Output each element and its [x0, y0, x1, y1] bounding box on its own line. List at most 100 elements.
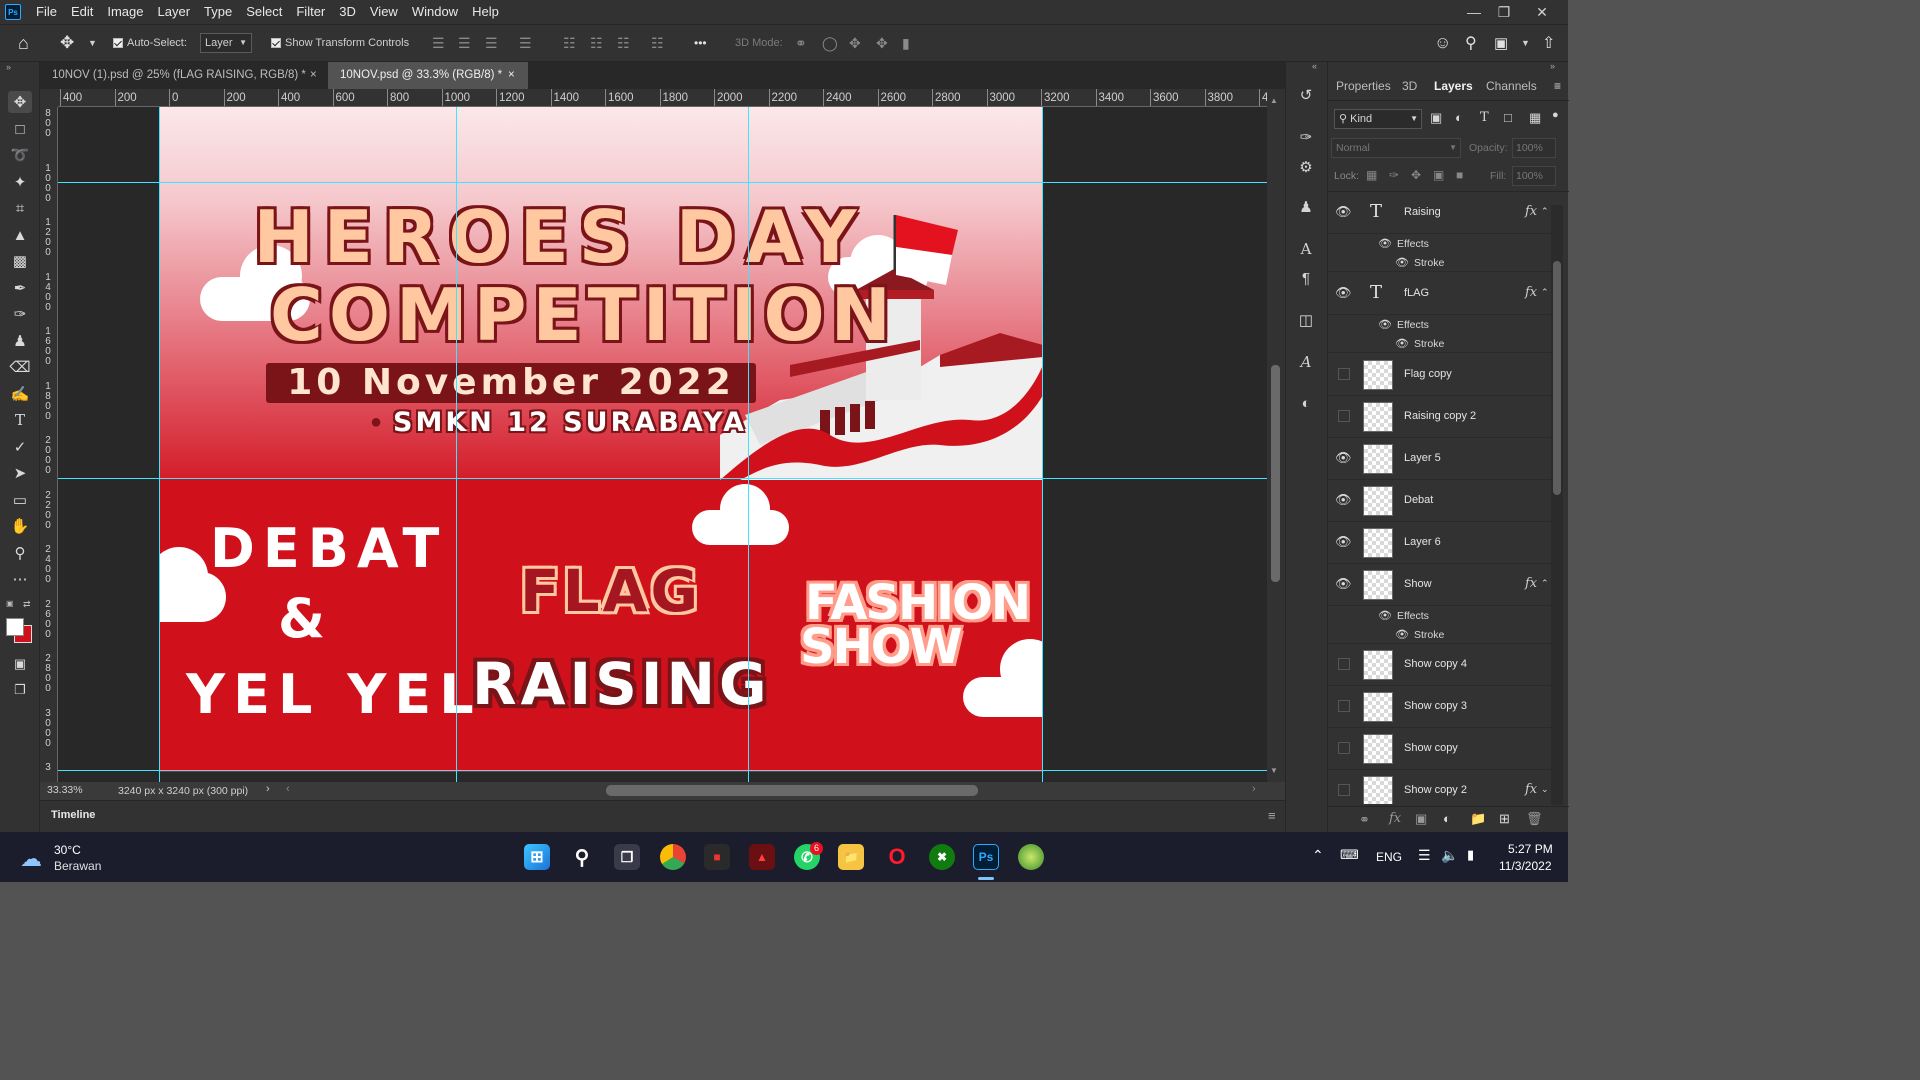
scrollbar-thumb[interactable] [1271, 365, 1280, 582]
stroke-eye-icon[interactable]: 👁 [1395, 256, 1409, 269]
tab-close-icon[interactable]: × [310, 62, 317, 89]
roll-3d-icon[interactable]: ◯ [822, 25, 838, 61]
collapse-panel-icon[interactable]: » [1550, 61, 1555, 71]
vertical-ruler[interactable]: 800 1000 1200 1400 1600 1800 2000 2200 2400 2600 2… [40, 107, 58, 782]
adjustments-icon[interactable]: ⚙ [1295, 156, 1317, 178]
smudge-tool[interactable]: ✍ [8, 383, 32, 405]
restore-icon[interactable]: ❐ [1486, 0, 1522, 24]
guide-horizontal[interactable] [58, 770, 1267, 771]
eyedropper-tool[interactable]: ✒ [8, 277, 32, 299]
zoom-level[interactable]: 33.33% [47, 784, 83, 796]
rectangle-tool[interactable]: ▭ [8, 489, 32, 511]
layer-row-debat[interactable]: 👁 Debat [1328, 480, 1556, 522]
canvas-vertical-scrollbar[interactable]: ▲ ▼ [1267, 89, 1285, 782]
filter-pixel-icon[interactable]: ▣ [1430, 110, 1442, 126]
visibility-eye-icon[interactable]: 👁 [1335, 534, 1352, 550]
align-bottom-icon[interactable]: ☷ [617, 25, 630, 61]
visibility-eye-icon[interactable]: 👁 [1335, 492, 1352, 508]
volume-icon[interactable]: 🔈 [1441, 847, 1458, 864]
visibility-toggle[interactable] [1338, 658, 1350, 670]
filter-adjustment-icon[interactable]: ◐ [1455, 110, 1463, 125]
guide-horizontal[interactable] [58, 182, 1267, 183]
visibility-toggle[interactable] [1338, 410, 1350, 422]
marquee-tool[interactable]: □ [8, 118, 32, 140]
layer-row-show[interactable]: 👁 Show fx ⌃ [1328, 564, 1556, 606]
home-icon[interactable]: ⌂ [18, 25, 29, 61]
stroke-effect-row[interactable]: 👁 Stroke [1328, 253, 1556, 272]
show-hidden-icons-icon[interactable]: ⌃ [1312, 847, 1324, 864]
lock-all-icon[interactable]: ■ [1456, 168, 1463, 182]
filter-smart-object-icon[interactable]: ▦ [1529, 110, 1541, 126]
search-icon[interactable]: ⚲ [569, 844, 595, 870]
clone-stamp-tool[interactable]: ♟ [8, 330, 32, 352]
visibility-eye-icon[interactable]: 👁 [1335, 204, 1352, 220]
effects-row[interactable]: 👁 Effects [1328, 606, 1556, 625]
effects-row[interactable]: 👁 Effects [1328, 315, 1556, 334]
guide-vertical[interactable] [456, 107, 457, 782]
auto-select-dropdown[interactable]: Layer ▼ [200, 25, 252, 61]
effects-eye-icon[interactable]: 👁 [1378, 318, 1392, 331]
tab-3d[interactable]: 3D [1402, 79, 1417, 93]
fx-icon[interactable]: fx [1525, 782, 1537, 797]
layer-row-show-copy-4[interactable]: Show copy 4 [1328, 644, 1556, 686]
file-explorer-icon[interactable]: 📁 [838, 844, 864, 870]
language-indicator[interactable]: ENG [1376, 850, 1402, 864]
menu-layer[interactable]: Layer [151, 0, 198, 24]
align-center-icon[interactable]: ☰ [458, 25, 471, 61]
opacity-field[interactable]: 100% [1512, 138, 1556, 158]
collapse-effects-icon[interactable]: ⌃ [1541, 206, 1549, 217]
layer-row-flag-copy[interactable]: Flag copy [1328, 354, 1556, 396]
brush-tool[interactable]: ✑ [8, 303, 32, 325]
layer-row-show-copy[interactable]: Show copy [1328, 728, 1556, 770]
paint-bucket-tool[interactable]: ▲ [8, 224, 32, 246]
slide-3d-icon[interactable]: ✥ [876, 25, 888, 61]
share-icon[interactable]: ⇧ [1542, 25, 1555, 61]
visibility-toggle[interactable] [1338, 700, 1350, 712]
layer-row-layer-5[interactable]: 👁 Layer 5 [1328, 438, 1556, 480]
scroll-right-icon[interactable]: › [1252, 783, 1256, 795]
blend-mode-dropdown[interactable]: Normal ▼ [1331, 138, 1461, 158]
align-top-icon[interactable]: ☷ [563, 25, 576, 61]
auto-select-checkbox[interactable]: Auto-Select: [113, 25, 187, 61]
show-transform-checkbox[interactable]: Show Transform Controls [271, 25, 409, 61]
windows-start-icon[interactable]: ⊞ [524, 844, 550, 870]
menu-window[interactable]: Window [405, 0, 465, 24]
weather-temp[interactable]: 30°C [54, 843, 81, 857]
new-group-icon[interactable]: 📁 [1470, 811, 1486, 827]
collapse-arrows-icon[interactable]: » [6, 62, 11, 72]
menu-help[interactable]: Help [465, 0, 506, 24]
menu-edit[interactable]: Edit [64, 0, 100, 24]
swap-colors-icon[interactable]: ⇄ [23, 599, 31, 610]
timeline-tab[interactable]: Timeline [51, 809, 95, 821]
glyphs-icon[interactable]: A [1295, 351, 1317, 373]
lock-transparent-icon[interactable]: ▦ [1366, 168, 1377, 182]
timeline-menu-icon[interactable]: ≡ [1268, 808, 1276, 823]
distribute-vertical-icon[interactable]: ☷ [651, 25, 664, 61]
collapse-effects-icon[interactable]: ⌃ [1541, 578, 1549, 589]
workspace-chevron-icon[interactable]: ▼ [1521, 25, 1530, 61]
foreground-color-swatch[interactable] [6, 618, 24, 636]
effects-row[interactable]: 👁 Effects [1328, 234, 1556, 253]
collapse-effects-icon[interactable]: ⌃ [1541, 287, 1549, 298]
gradient-tool[interactable]: ▩ [8, 250, 32, 272]
lock-pixels-icon[interactable]: ✑ [1389, 168, 1399, 182]
history-icon[interactable]: ↺ [1295, 84, 1317, 106]
adjustment-layer-icon[interactable]: ◐ [1443, 811, 1451, 826]
weather-cloud-icon[interactable]: ☁ [20, 846, 42, 872]
eraser-tool[interactable]: ⌫ [8, 356, 32, 378]
battery-icon[interactable]: ▮ [1467, 847, 1474, 863]
fx-icon[interactable]: fx [1525, 204, 1537, 219]
clock-time[interactable]: 5:27 PM [1508, 842, 1553, 856]
filter-kind-dropdown[interactable]: ⚲ Kind ▼ [1334, 109, 1422, 129]
tab-properties[interactable]: Properties [1336, 79, 1391, 93]
zoom-tool[interactable]: ⚲ [8, 542, 32, 564]
canvas-workspace[interactable]: HEROES DAY COMPETITION 10 November 2022 … [58, 107, 1267, 782]
status-menu-arrow-icon[interactable]: › [266, 783, 270, 795]
game-app-icon[interactable]: ■ [704, 844, 730, 870]
layer-row-flag[interactable]: 👁 T fLAG fx ⌃ [1328, 273, 1556, 315]
close-icon[interactable]: ✕ [1524, 0, 1560, 24]
fill-field[interactable]: 100% [1512, 166, 1556, 186]
align-middle-icon[interactable]: ☷ [590, 25, 603, 61]
tab-10nov-1[interactable]: 10NOV (1).psd @ 25% (fLAG RAISING, RGB/8… [40, 62, 328, 89]
effects-eye-icon[interactable]: 👁 [1378, 237, 1392, 250]
